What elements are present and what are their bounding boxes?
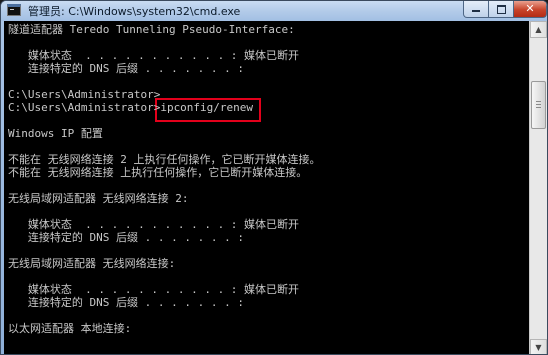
close-button[interactable]: ✕ [514,1,547,18]
vertical-scrollbar[interactable]: ▲ ▼ [529,21,547,354]
thumb-grip [536,104,541,105]
console-line: 连接特定的 DNS 后缀 . . . . . . . : [8,296,244,309]
console-output[interactable]: 隧道适配器 Teredo Tunneling Pseudo-Interface:… [4,21,529,354]
maximize-button[interactable] [489,1,514,18]
maximize-icon [496,5,506,14]
title-bar[interactable]: 管理员: C:\Windows\system32\cmd.exe ✕ [1,1,547,21]
minimize-button[interactable] [463,1,489,18]
window-title: 管理员: C:\Windows\system32\cmd.exe [28,5,241,18]
scroll-thumb[interactable] [531,81,546,129]
cmd-icon[interactable] [7,4,21,16]
minimize-icon [472,10,480,12]
console-line: 无线局域网适配器 无线网络连接: [8,257,176,270]
console-line: 无线局域网适配器 无线网络连接 2: [8,192,189,205]
close-icon: ✕ [525,2,535,15]
console-line: 媒体状态 . . . . . . . . . . . : 媒体已断开 [8,49,300,62]
scroll-down-icon[interactable]: ▼ [530,339,547,354]
thumb-grip [536,101,541,102]
scroll-up-icon[interactable]: ▲ [530,21,547,38]
console-line: 连接特定的 DNS 后缀 . . . . . . . : [8,62,244,75]
console-line: 媒体状态 . . . . . . . . . . . : 媒体已断开 [8,218,300,231]
console-line: C:\Users\Administrator>ipconfig/renew [8,101,254,114]
thumb-grip [536,107,541,108]
console-line: 连接特定的 DNS 后缀 . . . . . . . : [8,231,244,244]
console-line: 不能在 无线网络连接 上执行任何操作，它已断开媒体连接。 [8,166,308,179]
console-line: 以太网适配器 本地连接: [8,322,132,335]
console-line: 不能在 无线网络连接 2 上执行任何操作，它已断开媒体连接。 [8,153,321,166]
console-line: C:\Users\Administrator> [8,88,161,101]
cmd-window: 管理员: C:\Windows\system32\cmd.exe ✕ 隧道适配器… [0,0,548,355]
console-line: 隧道适配器 Teredo Tunneling Pseudo-Interface: [8,23,295,36]
console-line: 媒体状态 . . . . . . . . . . . : 媒体已断开 [8,283,300,296]
console-line: Windows IP 配置 [8,127,103,140]
